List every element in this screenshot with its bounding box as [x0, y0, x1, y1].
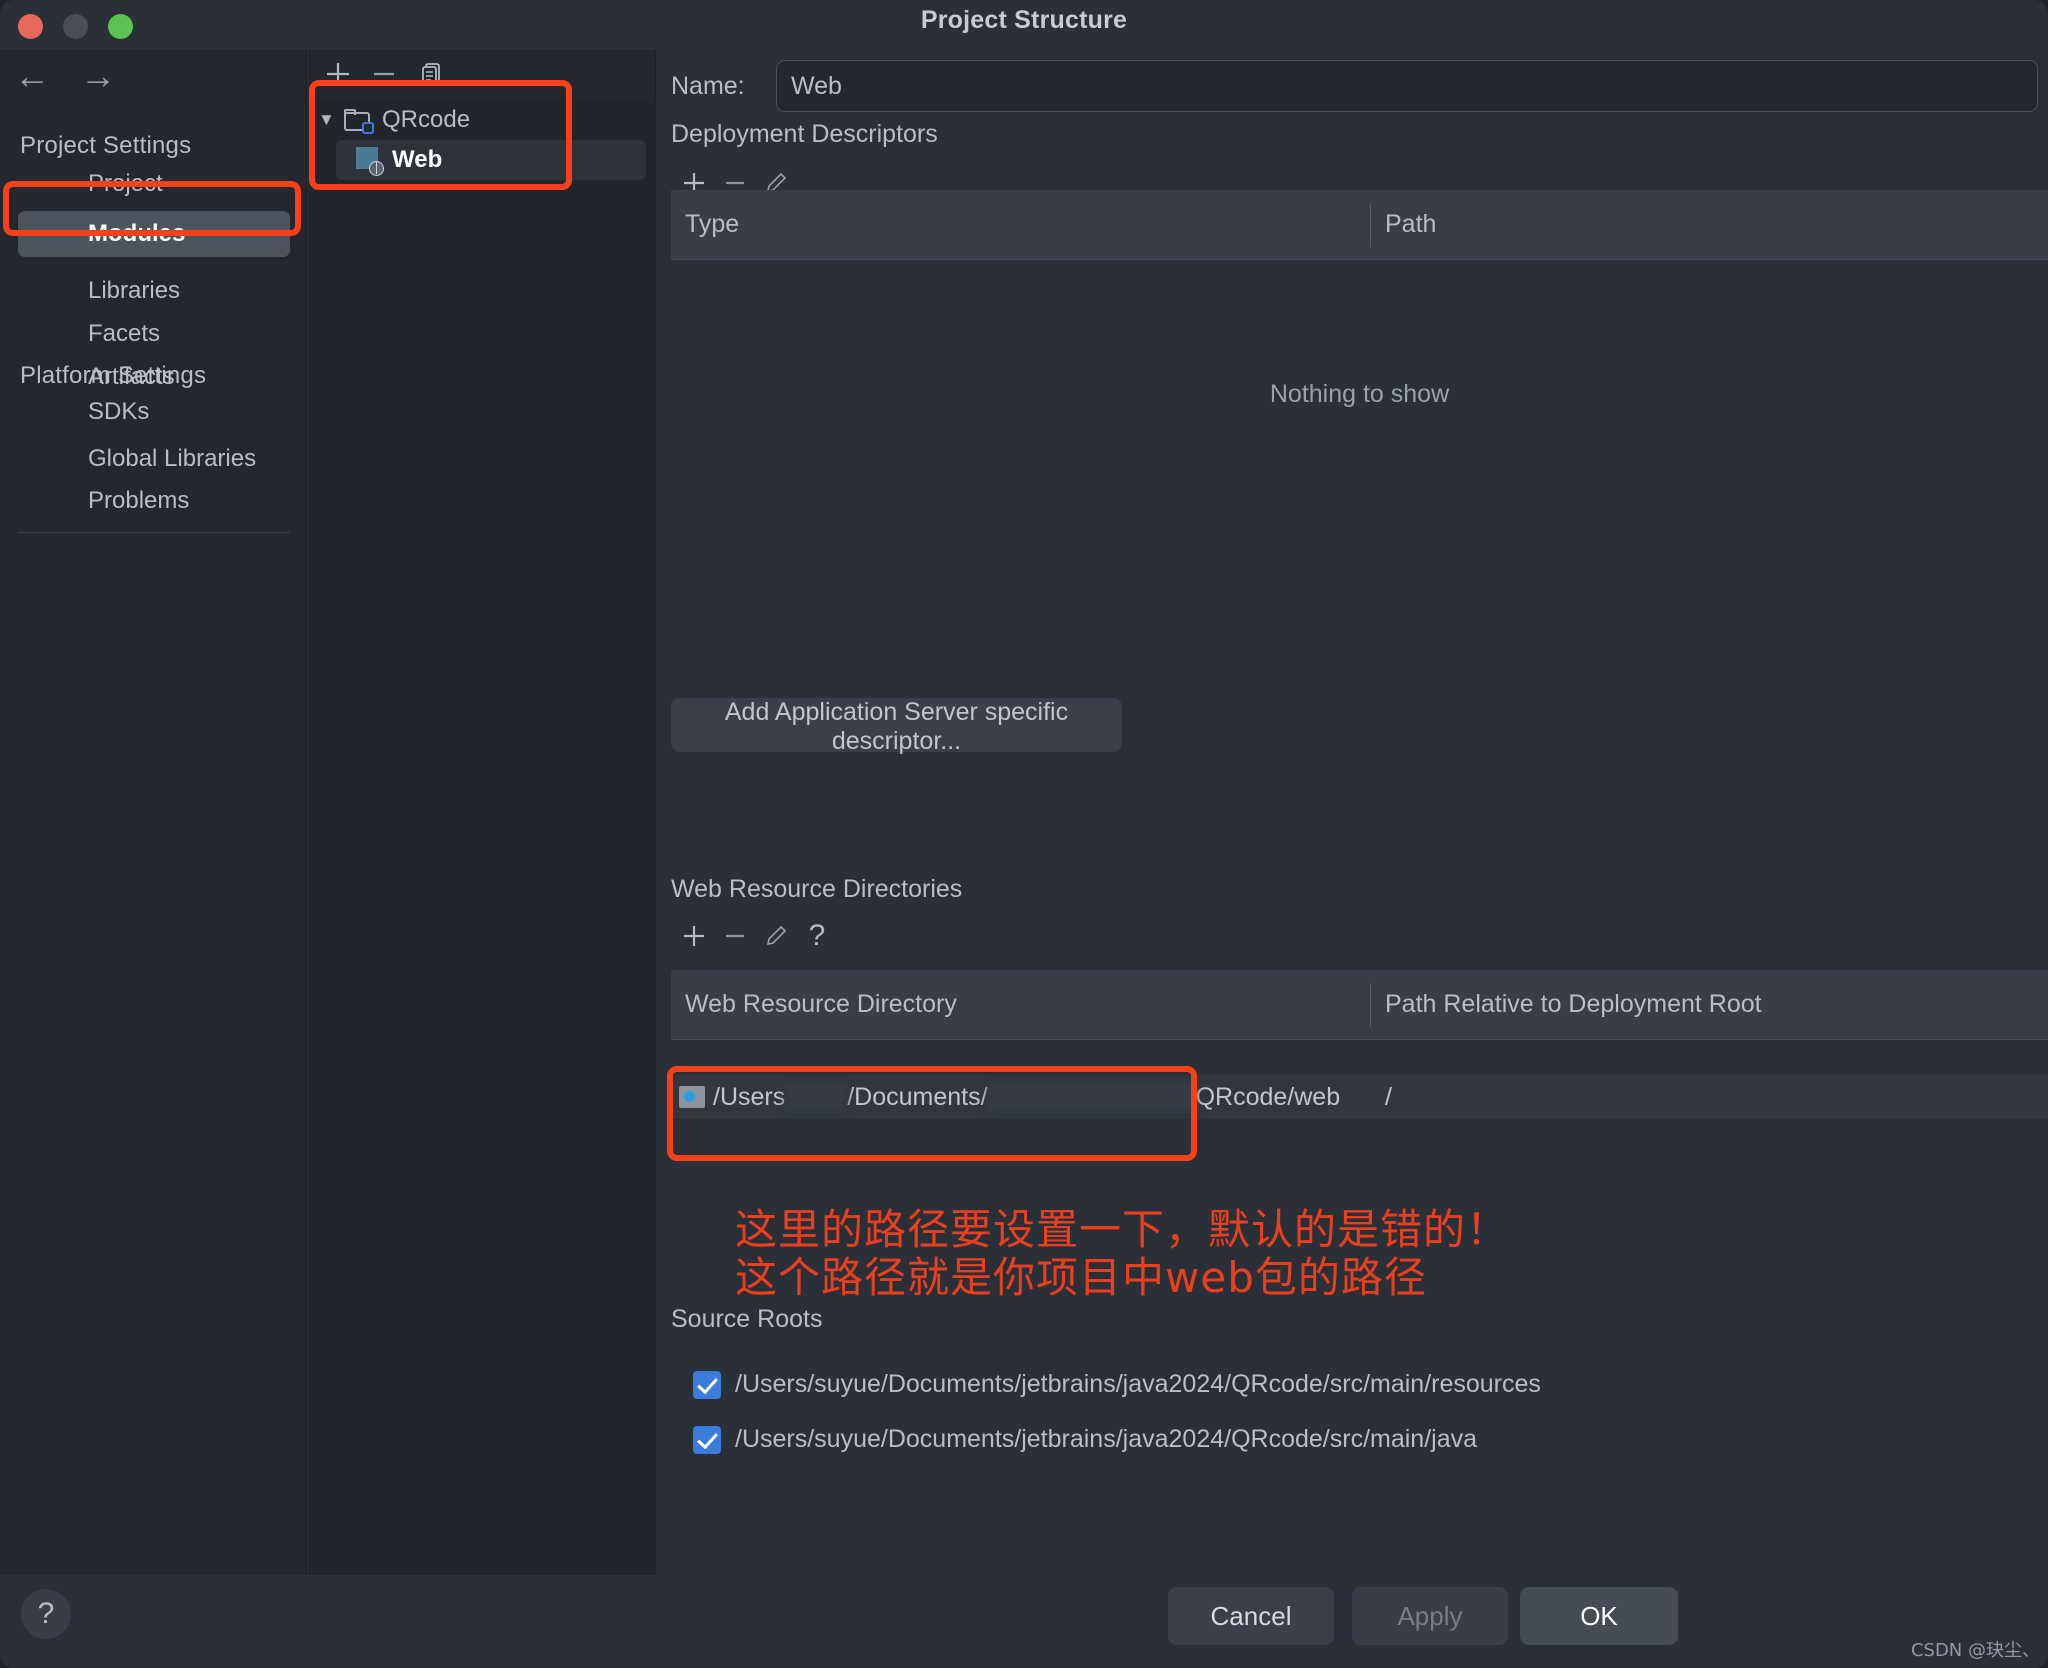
- source-roots-title: Source Roots: [671, 1305, 823, 1333]
- module-folder-icon: [344, 109, 374, 134]
- edit-pencil-icon[interactable]: [753, 913, 799, 959]
- dialog-footer: ? Cancel Apply OK CSDN @玦尘、: [0, 1575, 2048, 1668]
- table-row[interactable]: /Users /Documents/ QRcode/web /: [671, 1075, 2048, 1119]
- help-question-icon[interactable]: ?: [794, 913, 840, 959]
- plus-icon[interactable]: [671, 913, 717, 959]
- sidebar-divider: [18, 532, 290, 533]
- redacted-segment: [785, 1084, 848, 1110]
- copy-icon[interactable]: [412, 54, 452, 94]
- project-structure-dialog: Project Structure ← → Project Settings P…: [0, 0, 2048, 1668]
- navigation-arrows: ← →: [14, 58, 116, 94]
- directory-path-suffix: QRcode/web: [1195, 1082, 1341, 1111]
- annotation-text: 这里的路径要设置一下，默认的是错的！ 这个路径就是你项目中web包的路径: [735, 1205, 1835, 1303]
- directory-path-prefix: /Users: [713, 1082, 786, 1111]
- plus-icon[interactable]: [318, 54, 358, 94]
- web-resource-directories-title: Web Resource Directories: [671, 875, 963, 903]
- annotation-line-1: 这里的路径要设置一下，默认的是错的！: [735, 1205, 1510, 1254]
- name-input[interactable]: [776, 60, 2038, 112]
- directory-icon: [679, 1086, 705, 1108]
- module-tree-list: ▼ QRcode Web: [308, 100, 656, 1575]
- cancel-button[interactable]: Cancel: [1168, 1587, 1334, 1645]
- forward-arrow-icon[interactable]: →: [80, 58, 116, 94]
- source-root-path: /Users/suyue/Documents/jetbrains/java202…: [735, 1425, 1478, 1453]
- page-title: Project Structure: [920, 6, 1128, 34]
- sidebar-group-project-settings: Project Settings: [20, 132, 192, 159]
- redacted-segment: [987, 1084, 1196, 1110]
- module-detail-panel: Name: Deployment Descriptors Type Path N…: [657, 50, 2048, 1575]
- settings-sidebar: ← → Project Settings Project Modules Lib…: [0, 50, 307, 1575]
- watermark: CSDN @玦尘、: [1910, 1640, 2040, 1661]
- apply-button[interactable]: Apply: [1352, 1587, 1508, 1645]
- empty-state-text: Nothing to show: [1269, 380, 1450, 408]
- ok-button[interactable]: OK: [1520, 1587, 1678, 1645]
- deployment-descriptors-table-body: Nothing to show: [671, 260, 2048, 680]
- web-resource-directories-table-header: Web Resource Directory Path Relative to …: [671, 970, 2048, 1040]
- sidebar-group-platform-settings: Platform Settings: [20, 362, 207, 389]
- back-arrow-icon[interactable]: ←: [14, 58, 50, 94]
- web-facet-icon: [356, 147, 384, 176]
- tree-node-web[interactable]: Web: [336, 140, 646, 180]
- source-root-item[interactable]: /Users/suyue/Documents/jetbrains/java202…: [693, 1370, 1541, 1399]
- column-header-type[interactable]: Type: [671, 190, 1370, 259]
- path-relative-cell[interactable]: /: [1371, 1083, 1392, 1112]
- tree-node-qrcode[interactable]: ▼ QRcode: [308, 100, 656, 140]
- help-button[interactable]: ?: [21, 1589, 71, 1639]
- module-tree-toolbar: [308, 50, 656, 98]
- module-tree-panel: ▼ QRcode Web: [308, 50, 656, 1575]
- source-root-path: /Users/suyue/Documents/jetbrains/java202…: [735, 1370, 1541, 1398]
- web-resource-directory-cell[interactable]: /Users /Documents/ QRcode/web: [671, 1083, 1371, 1112]
- column-header-path-relative[interactable]: Path Relative to Deployment Root: [1371, 970, 1762, 1039]
- sidebar-item-libraries[interactable]: Libraries: [18, 268, 290, 314]
- checkbox-checked-icon[interactable]: [693, 1425, 721, 1454]
- minus-icon[interactable]: [364, 54, 404, 94]
- tree-node-label: QRcode: [382, 106, 471, 133]
- sidebar-item-problems[interactable]: Problems: [18, 478, 290, 524]
- directory-path-mid: /Documents/: [847, 1082, 988, 1111]
- annotation-line-2: 这个路径就是你项目中web包的路径: [735, 1253, 1427, 1303]
- sidebar-item-modules[interactable]: Modules: [18, 211, 290, 257]
- column-header-path[interactable]: Path: [1371, 190, 1436, 259]
- add-application-server-descriptor-button[interactable]: Add Application Server specific descript…: [671, 698, 1122, 755]
- name-label: Name:: [671, 72, 745, 100]
- deployment-descriptors-title: Deployment Descriptors: [671, 120, 938, 148]
- sidebar-item-project[interactable]: Project: [18, 161, 290, 207]
- chevron-down-icon[interactable]: ▼: [318, 110, 344, 130]
- column-header-web-resource-directory[interactable]: Web Resource Directory: [671, 970, 1370, 1039]
- sidebar-item-facets[interactable]: Facets: [18, 311, 290, 357]
- checkbox-checked-icon[interactable]: [693, 1370, 721, 1399]
- source-root-item[interactable]: /Users/suyue/Documents/jetbrains/java202…: [693, 1425, 1477, 1454]
- minus-icon[interactable]: [712, 913, 758, 959]
- sidebar-item-global-libraries[interactable]: Global Libraries: [18, 436, 290, 482]
- sidebar-item-sdks[interactable]: SDKs: [18, 389, 290, 435]
- title-bar: Project Structure: [0, 0, 2048, 50]
- deployment-descriptors-table-header: Type Path: [671, 190, 2048, 260]
- tree-node-label: Web: [392, 146, 443, 173]
